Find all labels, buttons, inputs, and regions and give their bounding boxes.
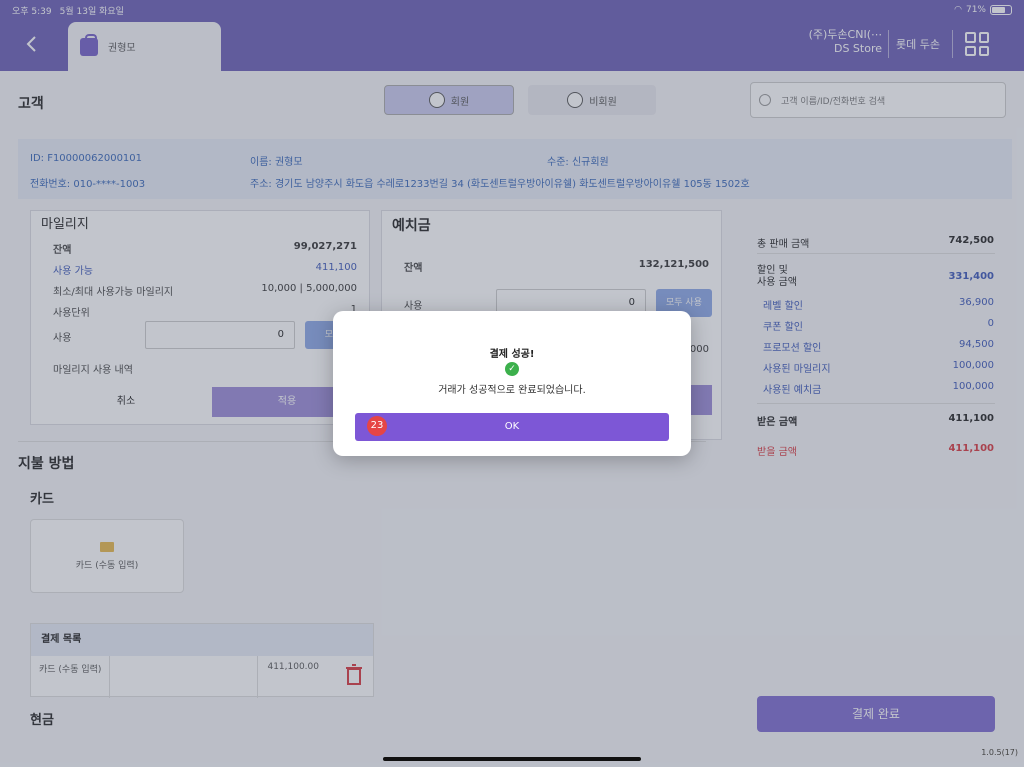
payment-success-dialog: 결제 성공! ✓ 거래가 성공적으로 완료되었습니다. OK [333, 311, 691, 456]
dialog-title: 결제 성공! [489, 349, 535, 360]
dialog-message: 거래가 성공적으로 완료되었습니다. [438, 385, 586, 396]
step-badge: 23 [367, 416, 387, 436]
check-circle-icon: ✓ [505, 362, 519, 376]
home-indicator[interactable] [383, 757, 641, 761]
app-version: 1.0.5(17) [981, 748, 1018, 757]
ok-button[interactable]: OK [355, 413, 669, 441]
